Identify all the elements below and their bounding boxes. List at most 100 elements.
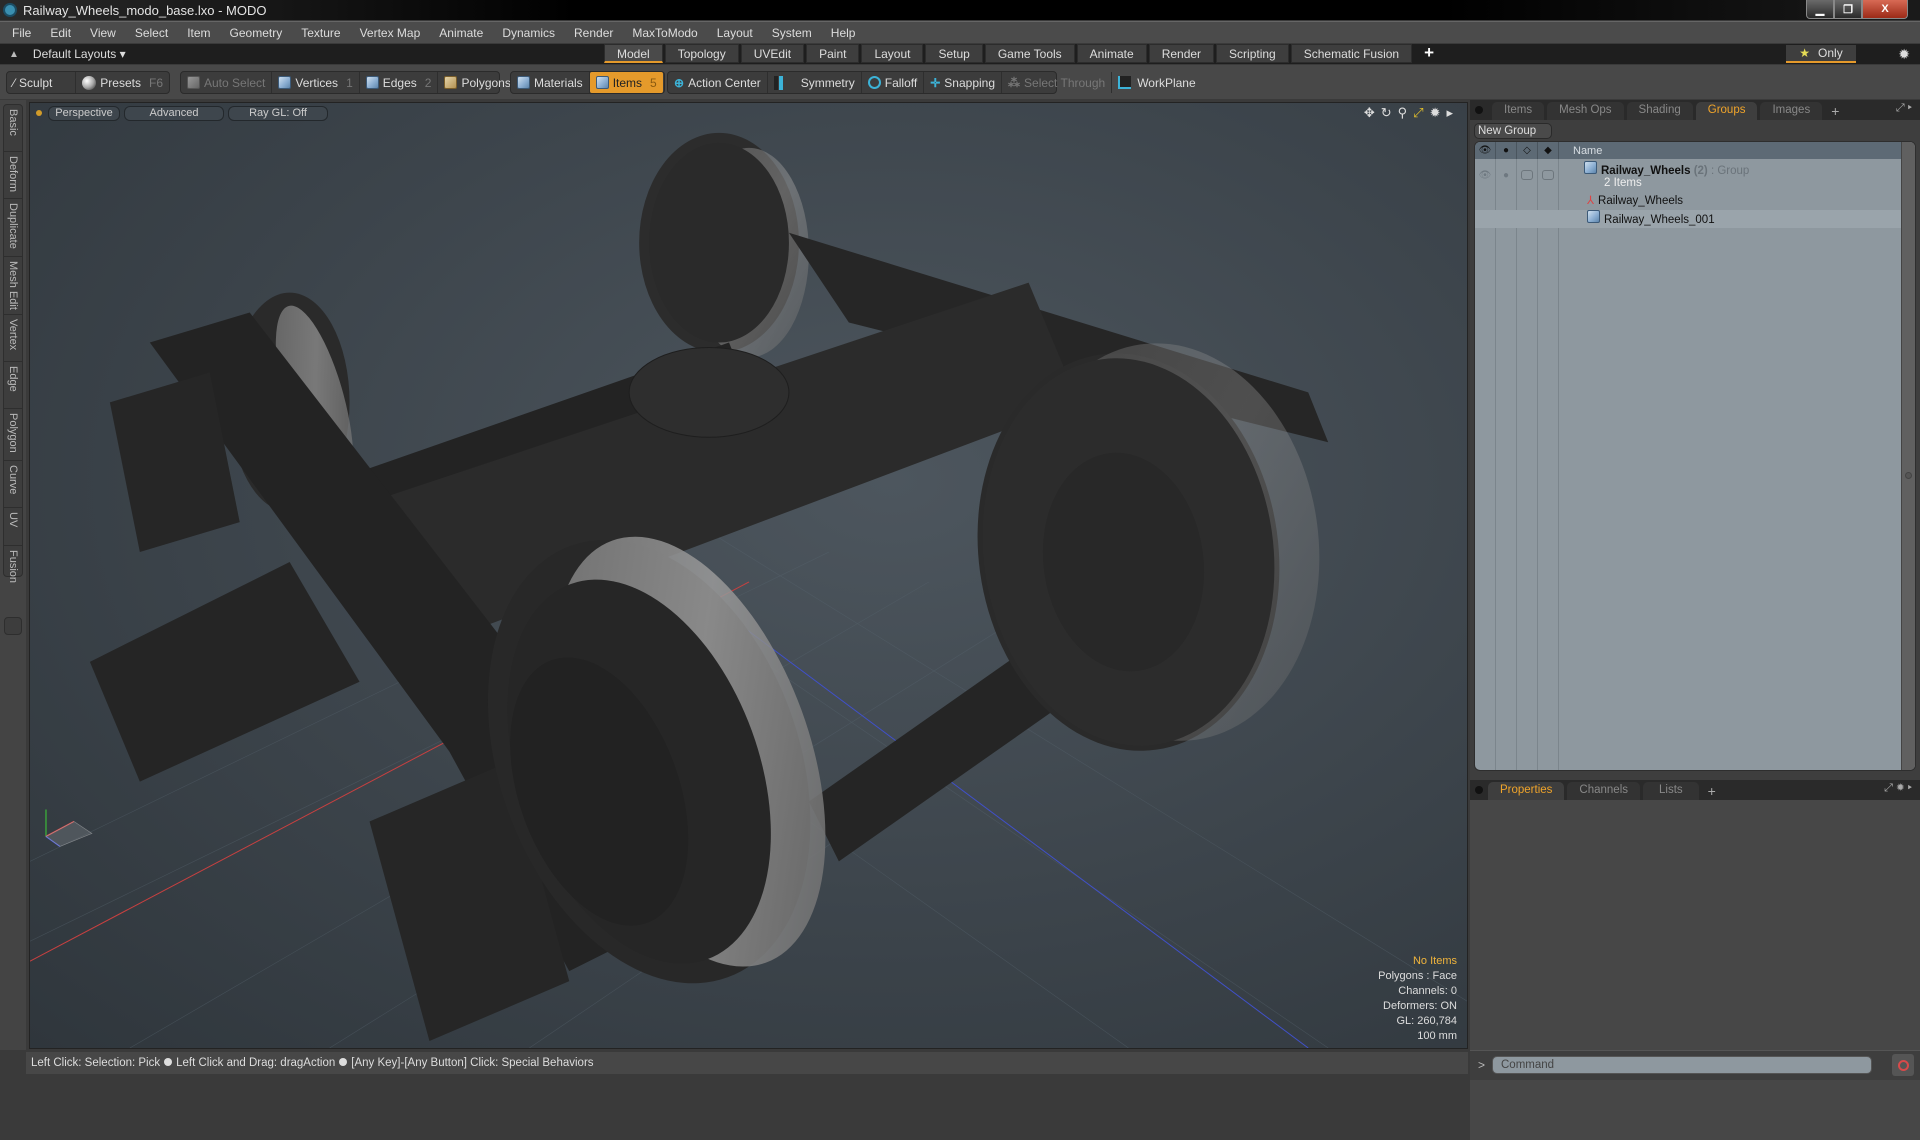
tab-channels[interactable]: Channels <box>1567 782 1641 800</box>
left-panel-toggle[interactable] <box>4 617 22 635</box>
materials-button[interactable]: Materials <box>511 72 590 93</box>
menu-item[interactable]: Item <box>175 26 217 40</box>
zoom-icon[interactable]: ⚲ <box>1398 105 1408 121</box>
3d-viewport[interactable]: Perspective Advanced Ray GL: Off ✥ ↻ ⚲ ⤢… <box>29 102 1468 1049</box>
tab-uvedit[interactable]: UVEdit <box>740 44 805 63</box>
add-tab-button[interactable]: + <box>1414 44 1444 64</box>
close-button[interactable]: X <box>1862 0 1908 19</box>
action-center-button[interactable]: ⊕ Action Center <box>668 72 768 93</box>
polygons-button[interactable]: Polygons <box>438 72 516 93</box>
render-toggle[interactable]: ● <box>1496 159 1517 191</box>
left-tab-edge[interactable]: Edge <box>4 362 22 409</box>
properties-panel-icons[interactable]: ⤢ ✹ ▸ <box>1884 782 1912 795</box>
tab-properties[interactable]: Properties <box>1488 782 1565 800</box>
left-tab-basic[interactable]: Basic <box>4 105 22 152</box>
viewport-gear-icon[interactable]: ✹ <box>1430 105 1441 121</box>
tab-shading[interactable]: Shading <box>1626 102 1693 120</box>
tab-scripting[interactable]: Scripting <box>1216 44 1289 63</box>
panel-menu-dot[interactable] <box>1475 106 1483 114</box>
gear-icon[interactable]: ✹ <box>1898 44 1910 64</box>
panel-maximize-icon[interactable]: ⤢ ▸ <box>1896 102 1912 115</box>
shading-dropdown[interactable]: Advanced <box>124 105 224 121</box>
only-button[interactable]: ★ Only <box>1786 45 1856 63</box>
falloff-button[interactable]: Falloff <box>862 72 925 93</box>
add-panel-tab-button[interactable]: + <box>1825 102 1845 120</box>
command-input[interactable]: Command <box>1492 1056 1872 1074</box>
pan-icon[interactable]: ✥ <box>1364 105 1375 121</box>
tab-paint[interactable]: Paint <box>806 44 860 63</box>
menu-system[interactable]: System <box>760 26 819 40</box>
left-tab-duplicate[interactable]: Duplicate <box>4 199 22 257</box>
tab-layout[interactable]: Layout <box>861 44 924 63</box>
new-group-button[interactable]: New Group <box>1474 123 1552 139</box>
panel-menu-dot[interactable] <box>1475 786 1483 794</box>
menu-geometry[interactable]: Geometry <box>218 26 290 40</box>
group-row[interactable]: 👁 ● Railway_Wheels (2) : Group 2 Items <box>1475 159 1903 191</box>
auto-select-button[interactable]: Auto Select <box>181 72 273 93</box>
raygl-dropdown[interactable]: Ray GL: Off <box>228 105 328 121</box>
scrollbar-knob[interactable] <box>1905 472 1912 479</box>
tab-images[interactable]: Images <box>1760 102 1823 120</box>
minimize-button[interactable]: ▁ <box>1806 0 1834 19</box>
rotate-icon[interactable]: ↻ <box>1381 105 1392 121</box>
tab-schematic-fusion[interactable]: Schematic Fusion <box>1290 44 1413 63</box>
left-tab-deform[interactable]: Deform <box>4 152 22 199</box>
visibility-column-icon[interactable]: 👁 <box>1475 142 1496 159</box>
menu-dynamics[interactable]: Dynamics <box>490 26 562 40</box>
add-properties-tab-button[interactable]: + <box>1702 782 1722 800</box>
select-column-icon[interactable]: ◆ <box>1538 142 1559 159</box>
menu-render[interactable]: Render <box>562 26 620 40</box>
view-mode-dropdown[interactable]: Perspective <box>48 105 120 121</box>
tab-topology[interactable]: Topology <box>664 44 739 63</box>
tab-setup[interactable]: Setup <box>925 44 983 63</box>
menu-vertex-map[interactable]: Vertex Map <box>348 26 428 40</box>
default-layouts-dropdown[interactable]: Default Layouts ▾ <box>33 47 126 61</box>
tab-game-tools[interactable]: Game Tools <box>984 44 1075 63</box>
menu-select[interactable]: Select <box>123 26 175 40</box>
collapse-up-icon[interactable]: ▲ <box>9 49 19 60</box>
menu-edit[interactable]: Edit <box>38 26 78 40</box>
tab-items[interactable]: Items <box>1492 102 1545 120</box>
tab-lists[interactable]: Lists <box>1643 782 1699 800</box>
vertices-button[interactable]: Vertices 1 <box>272 72 360 93</box>
viewport-menu-dot[interactable] <box>36 110 42 116</box>
name-column-header[interactable]: Name <box>1559 145 1602 157</box>
tab-groups[interactable]: Groups <box>1695 102 1758 120</box>
left-tab-uv[interactable]: UV <box>4 508 22 546</box>
snapping-button[interactable]: ✛ Snapping <box>924 72 1003 93</box>
tab-render[interactable]: Render <box>1148 44 1215 63</box>
lock-column-icon[interactable]: ◇ <box>1517 142 1538 159</box>
groups-scrollbar[interactable] <box>1901 142 1915 770</box>
restore-button[interactable]: ❐ <box>1834 0 1862 19</box>
left-tab-curve[interactable]: Curve <box>4 461 22 508</box>
record-macro-button[interactable] <box>1892 1054 1914 1076</box>
tab-model[interactable]: Model <box>604 44 663 63</box>
menu-texture[interactable]: Texture <box>289 26 347 40</box>
tab-mesh-ops[interactable]: Mesh Ops <box>1547 102 1624 120</box>
menu-help[interactable]: Help <box>819 26 863 40</box>
sculpt-button[interactable]: ⁄ Sculpt <box>7 72 77 93</box>
menu-maxtomodo[interactable]: MaxToModo <box>620 26 704 40</box>
presets-button[interactable]: Presets F6 <box>76 72 169 93</box>
menu-animate[interactable]: Animate <box>427 26 490 40</box>
visibility-toggle[interactable]: 👁 <box>1475 159 1496 191</box>
left-tab-fusion[interactable]: Fusion <box>4 546 22 593</box>
menu-view[interactable]: View <box>78 26 123 40</box>
workplane-button[interactable]: WorkPlane <box>1112 72 1201 93</box>
select-toggle[interactable] <box>1538 159 1559 191</box>
left-tab-mesh-edit[interactable]: Mesh Edit <box>4 257 22 315</box>
viewport-expand-arrow-icon[interactable]: ▸ <box>1446 105 1453 121</box>
tab-animate[interactable]: Animate <box>1076 44 1147 63</box>
menu-file[interactable]: File <box>0 26 38 40</box>
render-column-icon[interactable]: ● <box>1496 142 1517 159</box>
menu-layout[interactable]: Layout <box>705 26 760 40</box>
left-tab-vertex[interactable]: Vertex <box>4 315 22 362</box>
maximize-icon[interactable]: ⤢ <box>1413 105 1423 121</box>
select-through-button[interactable]: ⁂ Select Through <box>1002 72 1113 93</box>
left-tab-polygon[interactable]: Polygon <box>4 409 22 461</box>
symmetry-button[interactable]: Symmetry <box>768 72 862 93</box>
lock-toggle[interactable] <box>1517 159 1538 191</box>
list-item[interactable]: ⅄ Railway_Wheels <box>1475 192 1903 210</box>
items-button[interactable]: Items 5 <box>589 72 663 93</box>
list-item[interactable]: Railway_Wheels_001 <box>1475 210 1903 228</box>
